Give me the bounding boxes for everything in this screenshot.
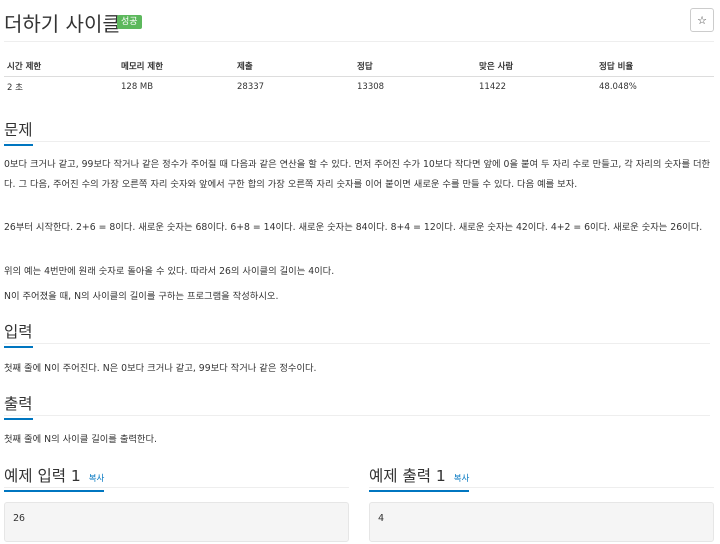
- sample-output-divider: [369, 487, 714, 488]
- star-icon: ☆: [697, 14, 707, 27]
- copy-sample-output-link[interactable]: 복사: [454, 474, 470, 484]
- stats-header-row: 시간 제한 메모리 제한 제출 정답 맞은 사람 정답 비율: [4, 56, 714, 77]
- problem-stats-table: 시간 제한 메모리 제한 제출 정답 맞은 사람 정답 비율 2 초 128 M…: [4, 56, 714, 98]
- output-section-header: 출력: [4, 392, 710, 420]
- output-divider: [4, 415, 710, 416]
- sample-input-title-text: 예제 입력 1: [4, 467, 81, 485]
- stats-header-ratio: 정답 비율: [596, 56, 714, 77]
- stats-submissions[interactable]: 28337: [234, 76, 354, 98]
- sample-output-box[interactable]: 4: [369, 502, 714, 542]
- stats-ratio: 48.048%: [599, 82, 637, 93]
- stats-header-solved-users: 맞은 사람: [476, 56, 596, 77]
- description-paragraph-3: 위의 예는 4번만에 원래 숫자로 돌아올 수 있다. 따라서 26의 사이클의…: [4, 266, 335, 277]
- stats-memory-limit: 128 MB: [121, 82, 154, 93]
- stats-header-accepted: 정답: [354, 56, 476, 77]
- stats-accepted[interactable]: 13308: [354, 76, 476, 98]
- stats-solved-users[interactable]: 11422: [476, 76, 596, 98]
- description-paragraph-1: 0보다 크거나 같고, 99보다 작거나 같은 정수가 주어질 때 다음과 같은…: [4, 159, 711, 190]
- description-paragraph-2: 26부터 시작한다. 2+6 = 8이다. 새로운 숫자는 68이다. 6+8 …: [4, 222, 703, 233]
- sample-output-title-text: 예제 출력 1: [369, 467, 446, 485]
- sample-input-box[interactable]: 26: [4, 502, 349, 542]
- sample-input-divider: [4, 487, 349, 488]
- input-description: 첫째 줄에 N이 주어진다. N은 0보다 크거나 같고, 99보다 작거나 같…: [4, 363, 317, 374]
- sample-input-header: 예제 입력 1 복사: [4, 464, 349, 492]
- stats-value-row: 2 초 128 MB 28337 13308 11422 48.048%: [4, 76, 714, 98]
- problem-header: 더하기 사이클 성공 ☆: [4, 0, 714, 42]
- favorite-button[interactable]: ☆: [690, 8, 714, 32]
- stats-header-memory-limit: 메모리 제한: [118, 56, 234, 77]
- description-paragraph-4: N이 주어졌을 때, N의 사이클의 길이를 구하는 프로그램을 작성하시오.: [4, 291, 279, 302]
- status-badge: 성공: [117, 15, 142, 29]
- input-section-header: 입력: [4, 320, 710, 348]
- copy-sample-input-link[interactable]: 복사: [89, 474, 105, 484]
- problem-title: 더하기 사이클: [4, 12, 121, 36]
- output-description: 첫째 줄에 N의 사이클 길이를 출력한다.: [4, 434, 157, 445]
- stats-header-submissions: 제출: [234, 56, 354, 77]
- description-section-header: 문제: [4, 118, 710, 146]
- input-divider: [4, 343, 710, 344]
- problem-page: 더하기 사이클 성공 ☆ 시간 제한 메모리 제한 제출 정답 맞은 사람 정답…: [0, 0, 720, 544]
- sample-output-header: 예제 출력 1 복사: [369, 464, 714, 492]
- stats-header-time-limit: 시간 제한: [4, 56, 118, 77]
- stats-time-limit: 2 초: [7, 83, 23, 94]
- description-divider: [4, 141, 710, 142]
